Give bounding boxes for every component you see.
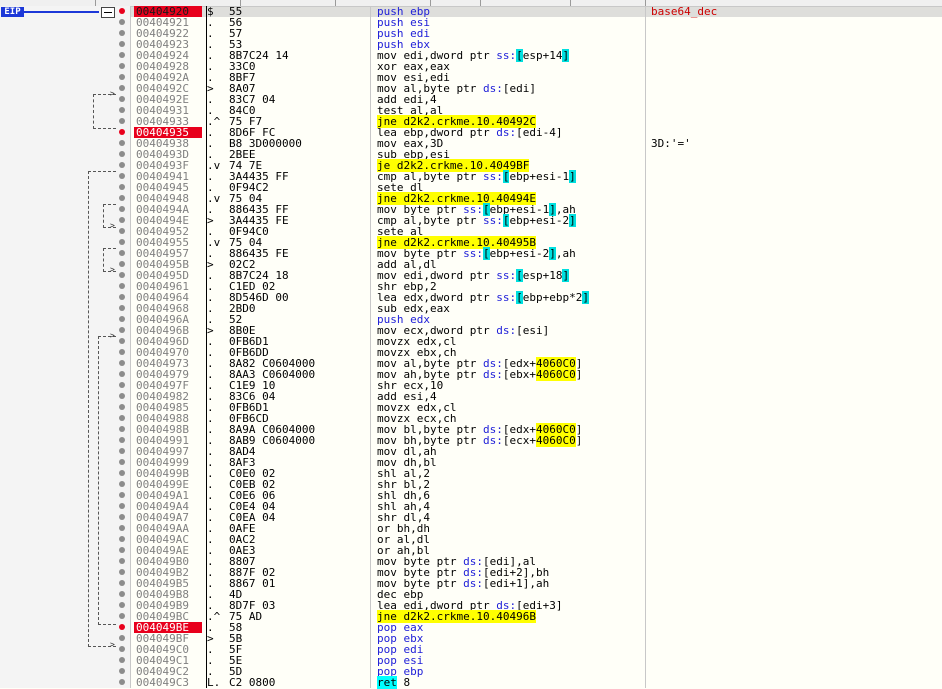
breakpoint-slot-icon[interactable] [119,547,125,553]
breakpoint-slot-icon[interactable] [119,393,125,399]
breakpoint-slot-icon[interactable] [119,96,125,102]
breakpoint-slot-icon[interactable] [119,85,125,91]
breakpoint-slot-icon[interactable] [119,558,125,564]
instruction-token: 8 [396,676,411,689]
breakpoint-slot-icon[interactable] [119,536,125,542]
breakpoint-slot-icon[interactable] [119,349,125,355]
breakpoint-slot-icon[interactable] [119,184,125,190]
breakpoint-icon[interactable] [119,624,125,630]
breakpoint-slot-icon[interactable] [119,338,125,344]
breakpoint-slot-icon[interactable] [119,327,125,333]
breakpoint-slot-icon[interactable] [119,316,125,322]
breakpoint-slot-icon[interactable] [119,195,125,201]
breakpoint-slot-icon[interactable] [119,668,125,674]
breakpoint-icon[interactable] [119,8,125,14]
breakpoint-slot-icon[interactable] [119,448,125,454]
breakpoint-slot-icon[interactable] [119,646,125,652]
breakpoint-slot-icon[interactable] [119,514,125,520]
breakpoint-slot-icon[interactable] [119,30,125,36]
breakpoint-slot-icon[interactable] [119,525,125,531]
breakpoint-slot-icon[interactable] [119,404,125,410]
breakpoint-slot-icon[interactable] [119,118,125,124]
breakpoint-slot-icon[interactable] [119,162,125,168]
breakpoint-slot-icon[interactable] [119,382,125,388]
breakpoint-slot-icon[interactable] [119,261,125,267]
breakpoint-slot-icon[interactable] [119,459,125,465]
breakpoint-slot-icon[interactable] [119,41,125,47]
breakpoint-slot-icon[interactable] [119,173,125,179]
breakpoint-slot-icon[interactable] [119,283,125,289]
breakpoint-slot-icon[interactable] [119,63,125,69]
breakpoint-slot-icon[interactable] [119,591,125,597]
breakpoint-slot-icon[interactable] [119,470,125,476]
breakpoint-slot-icon[interactable] [119,305,125,311]
breakpoint-slot-icon[interactable] [119,360,125,366]
comment-cell[interactable]: 3D:'=' [651,138,691,149]
breakpoint-slot-icon[interactable] [119,635,125,641]
instruction-cell[interactable]: ret 8 [377,676,411,689]
instruction-token: ret [377,676,397,689]
breakpoint-slot-icon[interactable] [119,52,125,58]
breakpoint-slot-icon[interactable] [119,107,125,113]
breakpoint-slot-icon[interactable] [119,206,125,212]
breakpoint-slot-icon[interactable] [119,74,125,80]
address-cell[interactable]: 004049C3 [134,677,202,688]
breakpoint-slot-icon[interactable] [119,437,125,443]
bytes-cell[interactable]: C2 0800 [229,677,275,688]
breakpoint-slot-icon[interactable] [119,272,125,278]
breakpoint-slot-icon[interactable] [119,239,125,245]
breakpoint-slot-icon[interactable] [119,503,125,509]
breakpoint-slot-icon[interactable] [119,228,125,234]
breakpoint-slot-icon[interactable] [119,613,125,619]
flow-marker: L. [207,676,221,689]
breakpoint-slot-icon[interactable] [119,151,125,157]
breakpoint-slot-icon[interactable] [119,140,125,146]
breakpoint-slot-icon[interactable] [119,426,125,432]
disasm-row[interactable]: 004049C3 L. C2 0800 ret 8 [0,676,942,689]
breakpoint-slot-icon[interactable] [119,481,125,487]
breakpoint-slot-icon[interactable] [119,371,125,377]
breakpoint-slot-icon[interactable] [119,657,125,663]
breakpoint-slot-icon[interactable] [119,250,125,256]
breakpoint-slot-icon[interactable] [119,679,125,685]
breakpoint-slot-icon[interactable] [119,415,125,421]
comment-cell[interactable]: base64_dec [651,6,717,17]
breakpoint-slot-icon[interactable] [119,569,125,575]
breakpoint-slot-icon[interactable] [119,602,125,608]
breakpoint-slot-icon[interactable] [119,492,125,498]
breakpoint-slot-icon[interactable] [119,19,125,25]
breakpoint-icon[interactable] [119,129,125,135]
breakpoint-slot-icon[interactable] [119,580,125,586]
breakpoint-slot-icon[interactable] [119,217,125,223]
breakpoint-slot-icon[interactable] [119,294,125,300]
